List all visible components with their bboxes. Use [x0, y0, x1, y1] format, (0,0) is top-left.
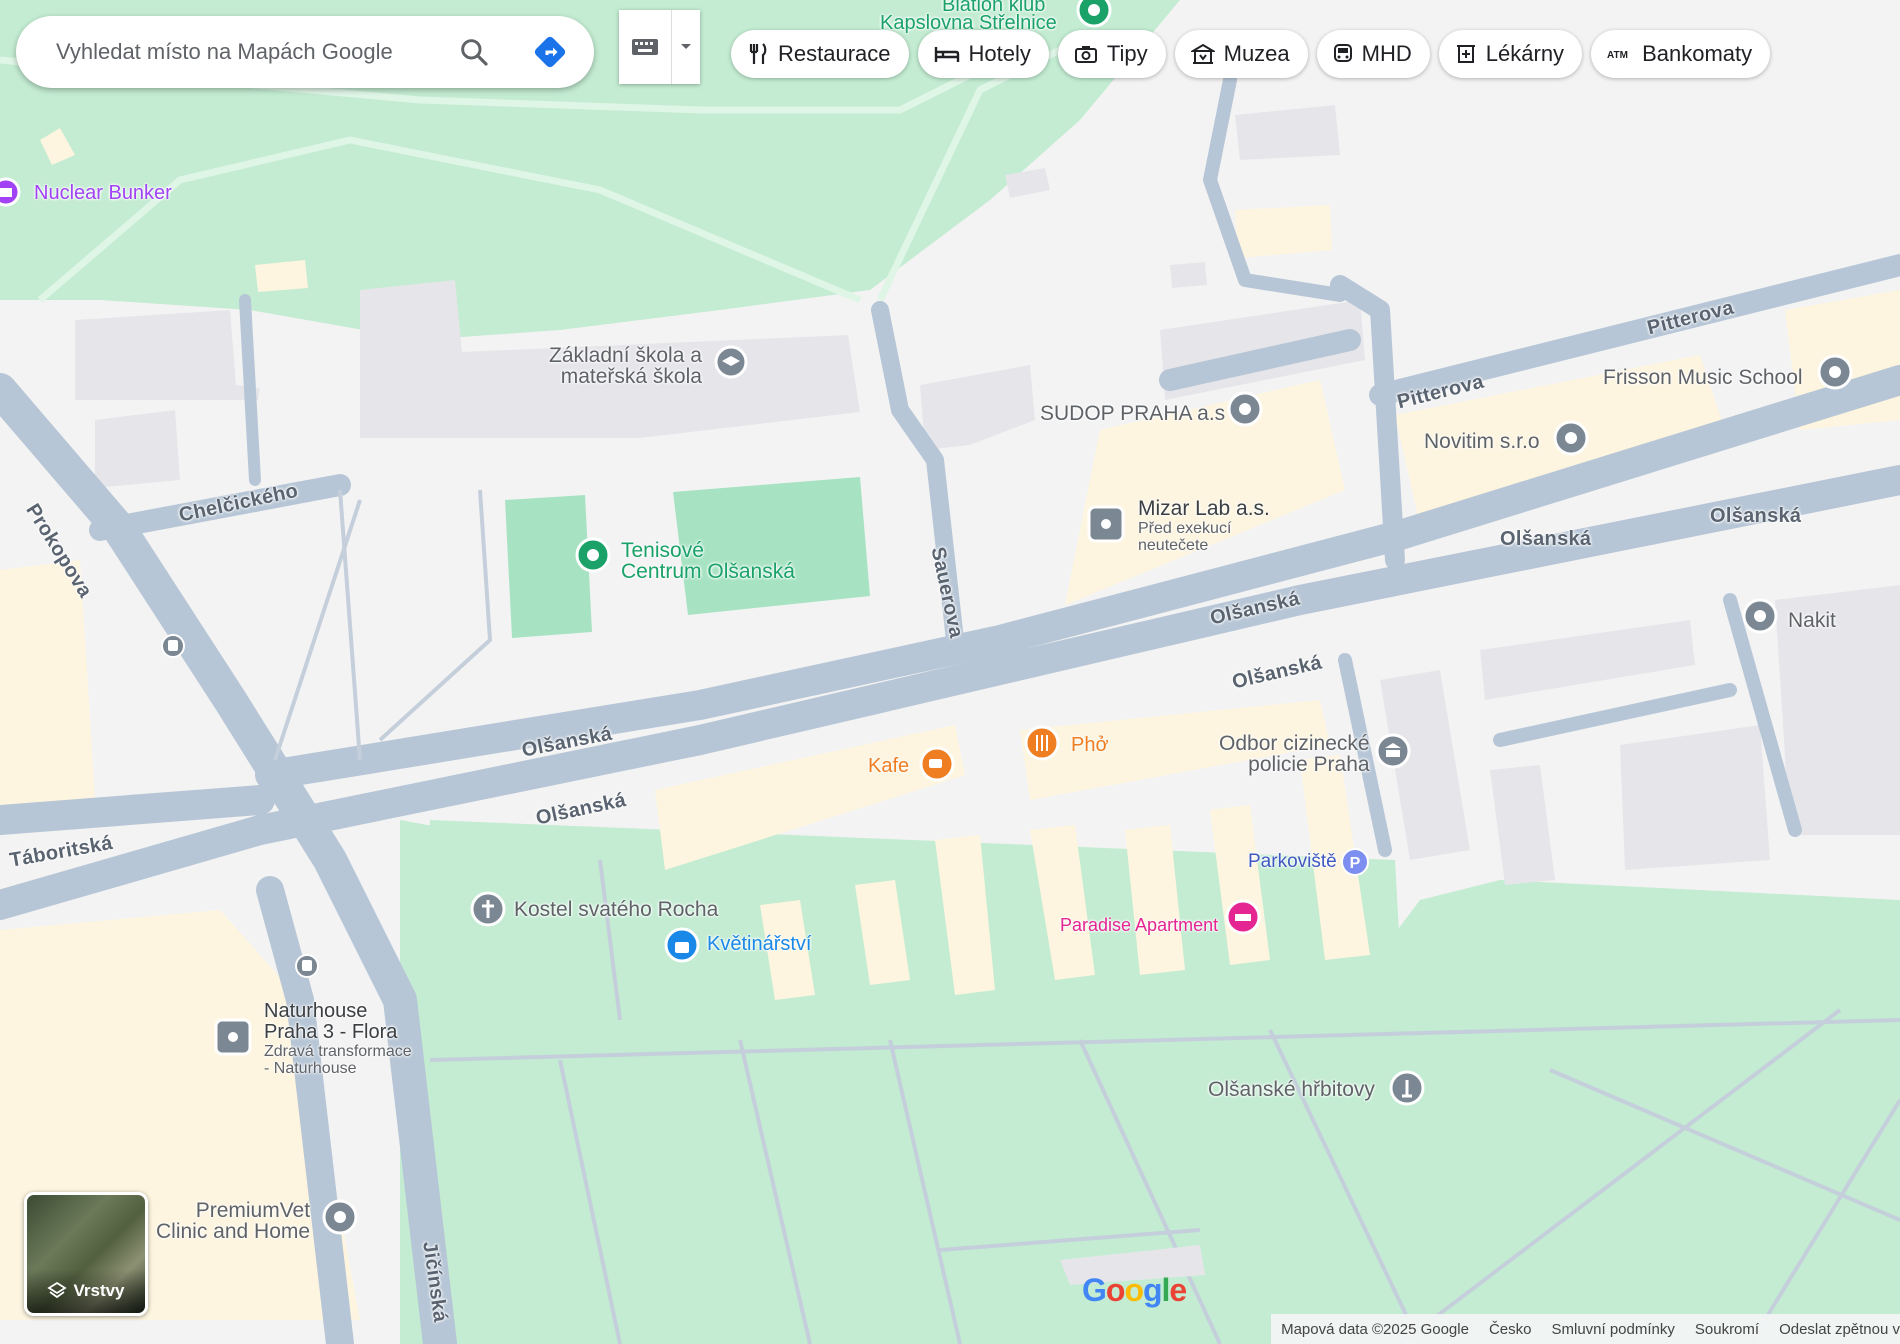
chip-label: Bankomaty — [1642, 41, 1753, 66]
place-nuclear-bunker[interactable]: Nuclear Bunker — [34, 182, 172, 205]
map-footer: Mapová data ©2025 Google Česko Smluvní p… — [1271, 1314, 1900, 1344]
road-taboritska — [0, 785, 275, 835]
chip-muzea[interactable]: Muzea — [1174, 30, 1308, 78]
shopping-bag-icon[interactable] — [663, 926, 701, 970]
place-pin-icon[interactable] — [1552, 419, 1590, 461]
place-pin-icon[interactable] — [1816, 353, 1854, 395]
svg-text:P: P — [1350, 855, 1361, 872]
terms-link[interactable]: Smluvní podmínky — [1541, 1321, 1684, 1338]
building — [1235, 205, 1332, 258]
place-nakit[interactable]: Nakit — [1788, 610, 1836, 631]
church-icon[interactable] — [469, 890, 507, 934]
chip-label: Muzea — [1223, 41, 1290, 66]
camera-icon — [1074, 46, 1097, 63]
country-link[interactable]: Česko — [1479, 1321, 1542, 1338]
keyboard-icon[interactable] — [619, 10, 672, 84]
pin-biatlon[interactable] — [1076, 0, 1112, 28]
layers-label: Vrstvy — [73, 1281, 125, 1300]
category-chips: Restaurace Hotely Tipy Muzea MHD Lékárny… — [731, 30, 1771, 78]
chip-label: Lékárny — [1485, 41, 1565, 66]
restaurant-icon[interactable] — [1023, 724, 1061, 768]
street-label-olsanska: Olšanská — [1710, 505, 1802, 527]
place-naturhouse[interactable]: Naturhouse Praha 3 - Flora Zdravá transfor… — [264, 1001, 412, 1078]
place-pin-icon[interactable] — [321, 1198, 359, 1240]
place-kafe[interactable]: Kafe — [868, 755, 909, 778]
chip-label: Tipy — [1106, 41, 1148, 66]
chip-label: Restaurace — [778, 41, 891, 66]
layers-button[interactable]: Vrstvy — [24, 1192, 148, 1316]
map-canvas[interactable] — [0, 0, 1900, 1344]
bed-icon — [934, 47, 959, 62]
museum-icon[interactable] — [0, 176, 24, 212]
place-paradise-apartment[interactable]: Paradise Apartment — [1060, 915, 1218, 936]
place-pin-icon[interactable] — [1226, 390, 1264, 432]
privacy-link[interactable]: Soukromí — [1685, 1321, 1769, 1338]
chip-bankomaty[interactable]: ATM Bankomaty — [1591, 30, 1771, 78]
building — [255, 260, 308, 292]
chip-tipy[interactable]: Tipy — [1057, 30, 1166, 78]
bus-stop-icon[interactable] — [160, 633, 186, 659]
building-pin-icon[interactable] — [1087, 505, 1125, 543]
place-pho[interactable]: Phở — [1071, 734, 1109, 757]
place-odbor-cizinecke-policie[interactable]: Odbor cizinecké policie Praha — [1219, 733, 1370, 775]
building-pin-icon[interactable] — [214, 1018, 252, 1056]
cemetery-icon[interactable] — [1388, 1069, 1426, 1113]
fork-knife-icon — [749, 43, 767, 64]
chip-label: Hotely — [968, 41, 1031, 66]
place-tenisove-centrum[interactable]: Tenisové Centrum Olšanská — [621, 540, 795, 582]
search-input[interactable] — [54, 38, 458, 66]
place-novitim[interactable]: Novitim s.r.o — [1424, 431, 1540, 452]
place-sudop[interactable]: SUDOP PRAHA a.s — [1040, 403, 1225, 424]
chip-restaurace[interactable]: Restaurace — [731, 30, 909, 78]
parking-icon[interactable]: P — [1340, 847, 1370, 877]
transit-icon — [1333, 44, 1352, 62]
svg-text:ATM: ATM — [1607, 50, 1628, 61]
hotel-icon[interactable] — [1224, 898, 1262, 942]
street-label-olsanska: Olšanská — [1500, 528, 1592, 550]
museum-icon — [1190, 43, 1215, 64]
google-logo: Google — [1082, 1272, 1187, 1308]
map-data-attribution: Mapová data ©2025 Google — [1281, 1320, 1469, 1338]
bus-stop-icon[interactable] — [294, 953, 320, 979]
place-premiumvet[interactable]: PremiumVet Clinic and Home — [156, 1200, 310, 1242]
chevron-down-icon[interactable] — [672, 10, 700, 84]
place-pin-icon[interactable] — [1741, 597, 1779, 639]
input-tools-button[interactable] — [619, 10, 700, 84]
place-parkoviste[interactable]: Parkoviště — [1248, 851, 1337, 873]
building — [1620, 725, 1770, 870]
feedback-link[interactable]: Odeslat zpětnou v — [1769, 1321, 1900, 1338]
layers-icon — [47, 1281, 68, 1299]
place-olsanske-hrbitovy[interactable]: Olšanské hřbitovy — [1208, 1079, 1375, 1100]
pharmacy-icon — [1456, 45, 1475, 63]
government-building-icon[interactable] — [1374, 732, 1412, 774]
place-mizar-lab[interactable]: Mizar Lab a.s. Před exekucí neutečete — [1138, 498, 1270, 555]
chip-label: MHD — [1361, 41, 1412, 66]
school-icon[interactable] — [713, 344, 749, 386]
tennis-pin-icon[interactable] — [574, 536, 612, 580]
place-kostel-svateho-rocha[interactable]: Kostel svatého Rocha — [514, 899, 718, 920]
search-icon[interactable] — [456, 34, 492, 70]
chip-hotely[interactable]: Hotely — [917, 30, 1049, 78]
building — [95, 410, 180, 488]
chip-lekarny[interactable]: Lékárny — [1438, 30, 1583, 78]
atm-icon: ATM — [1607, 50, 1628, 61]
search-box[interactable] — [16, 16, 594, 88]
place-kvetinarstvi[interactable]: Květinářství — [707, 933, 811, 956]
cafe-icon[interactable] — [918, 745, 956, 789]
directions-icon[interactable] — [532, 34, 568, 70]
place-zakladni-skola[interactable]: Základní škola a mateřská škola — [549, 345, 702, 387]
chip-mhd[interactable]: MHD — [1316, 30, 1430, 78]
place-frisson-music-school[interactable]: Frisson Music School — [1603, 367, 1803, 388]
